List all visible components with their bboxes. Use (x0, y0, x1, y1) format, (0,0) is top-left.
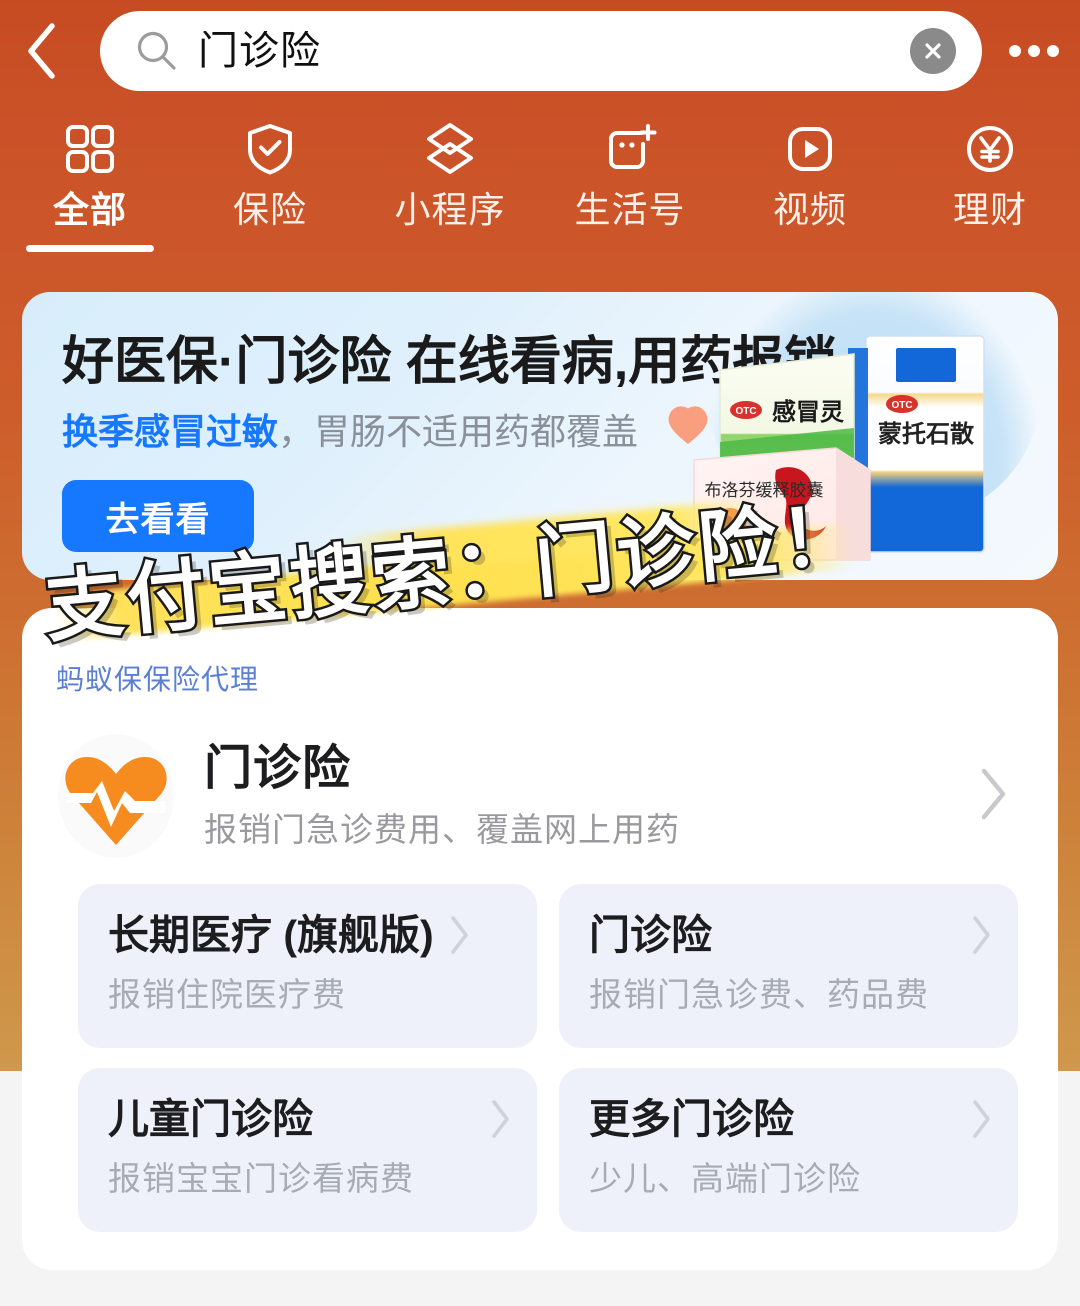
chevron-right-icon (968, 1098, 994, 1140)
chevron-right-icon (487, 1098, 513, 1140)
grid-item-header: 长期医疗 (旗舰版) (108, 914, 513, 956)
tab-all[interactable]: 全部 (0, 118, 180, 252)
chevron-right-icon (446, 914, 472, 956)
banner-subtitle-rest: ，胃肠不适用药都覆盖 (278, 411, 639, 452)
tab-insurance[interactable]: 保险 (180, 118, 360, 230)
tab-life-account[interactable]: 生活号 (540, 118, 720, 230)
grid-item-more-outpatient[interactable]: 更多门诊险 少儿、高端门诊险 (559, 1068, 1018, 1232)
banner-subtitle-highlight: 换季感冒过敏 (62, 411, 279, 452)
tab-label: 小程序 (394, 189, 506, 230)
product-grid: 长期医疗 (旗舰版) 报销住院医疗费 门诊险 报销门急诊费、药品费 儿童门诊险 … (78, 884, 1018, 1232)
tab-label: 理财 (952, 189, 1027, 230)
result-row-main[interactable]: 门诊险 报销门急诊费用、覆盖网上用药 (56, 718, 1024, 874)
chevron-right-icon (968, 914, 994, 956)
grid-item-outpatient[interactable]: 门诊险 报销门急诊费、药品费 (559, 884, 1018, 1048)
grid-item-title: 门诊险 (589, 911, 712, 958)
banner-cta-button[interactable]: 去看看 (62, 480, 254, 552)
more-options-button[interactable] (988, 0, 1080, 102)
grid-item-header: 儿童门诊险 (108, 1098, 513, 1140)
tab-video[interactable]: 视频 (720, 118, 900, 230)
chevron-left-icon (28, 23, 55, 79)
svg-text:OTC: OTC (891, 400, 912, 411)
brand-label: 蚂蚁保保险代理 (56, 664, 260, 695)
grid-item-title: 儿童门诊险 (108, 1095, 313, 1142)
more-options-icon (1047, 45, 1059, 57)
svg-text:蒙托石散: 蒙托石散 (878, 421, 974, 448)
category-tabs: 全部 保险 小程序 生活号 视频 理财 (0, 118, 1080, 278)
grid-item-header: 门诊险 (589, 914, 994, 956)
svg-text:布洛芬缓释胶囊: 布洛芬缓释胶囊 (705, 481, 824, 500)
promo-banner[interactable]: 好医保·门诊险 在线看病,用药报销 换季感冒过敏，胃肠不适用药都覆盖 去看看 O… (22, 292, 1058, 580)
grid-icon (61, 118, 119, 180)
result-text-block: 门诊险 报销门急诊费用、覆盖网上用药 (204, 743, 976, 848)
result-title: 门诊险 (204, 742, 352, 796)
yuan-circle-icon (961, 118, 1019, 180)
search-query-text: 门诊险 (198, 31, 321, 71)
close-icon (925, 43, 941, 59)
tab-active-indicator (26, 244, 154, 252)
grid-item-child-outpatient[interactable]: 儿童门诊险 报销宝宝门诊看病费 (78, 1068, 537, 1232)
back-button[interactable] (0, 0, 84, 102)
tab-label: 保险 (232, 189, 307, 230)
app-screen: 门诊险 全部 保险 小程序 生活号 视频 理财 好医保·门诊险 在线看病,用药报… (0, 0, 1080, 1306)
banner-subtitle: 换季感冒过敏，胃肠不适用药都覆盖 (62, 414, 638, 450)
grid-item-title: 长期医疗 (旗舰版) (108, 911, 434, 958)
tab-mini-program[interactable]: 小程序 (360, 118, 540, 230)
grid-item-long-term-medical[interactable]: 长期医疗 (旗舰版) 报销住院医疗费 (78, 884, 537, 1048)
chevron-right-icon (976, 766, 1024, 827)
life-account-icon (601, 118, 659, 180)
tab-finance[interactable]: 理财 (900, 118, 1080, 230)
search-header: 门诊险 (0, 0, 1080, 102)
more-options-icon (1028, 45, 1040, 57)
result-description: 报销门急诊费用、覆盖网上用药 (204, 811, 680, 849)
tab-label: 生活号 (574, 189, 686, 230)
grid-item-title: 更多门诊险 (589, 1095, 794, 1142)
tab-label: 全部 (52, 189, 127, 230)
grid-item-header: 更多门诊险 (589, 1098, 994, 1140)
search-icon (134, 28, 180, 74)
more-options-icon (1009, 45, 1021, 57)
tab-label: 视频 (772, 189, 847, 230)
grid-item-description: 报销门急诊费、药品费 (589, 976, 929, 1013)
mini-program-icon (421, 118, 479, 180)
grid-item-description: 少儿、高端门诊险 (589, 1160, 861, 1197)
grid-item-description: 报销住院医疗费 (108, 976, 346, 1013)
play-icon (781, 118, 839, 180)
grid-item-description: 报销宝宝门诊看病费 (108, 1160, 414, 1197)
medicine-boxes-illustration: OTC 蒙托石散 OTC 感冒灵 布洛芬缓释胶囊 (668, 335, 985, 561)
heart-pulse-icon (56, 730, 176, 862)
search-result-card: 蚂蚁保保险代理 门诊险 报销门急诊费用、覆盖网上用药 长期医疗 (旗舰版) 报销… (22, 608, 1058, 1270)
clear-search-button[interactable] (910, 28, 956, 74)
svg-text:OTC: OTC (735, 406, 756, 417)
svg-text:感冒灵: 感冒灵 (772, 398, 844, 426)
shield-check-icon (241, 118, 299, 180)
search-input[interactable]: 门诊险 (100, 11, 982, 91)
